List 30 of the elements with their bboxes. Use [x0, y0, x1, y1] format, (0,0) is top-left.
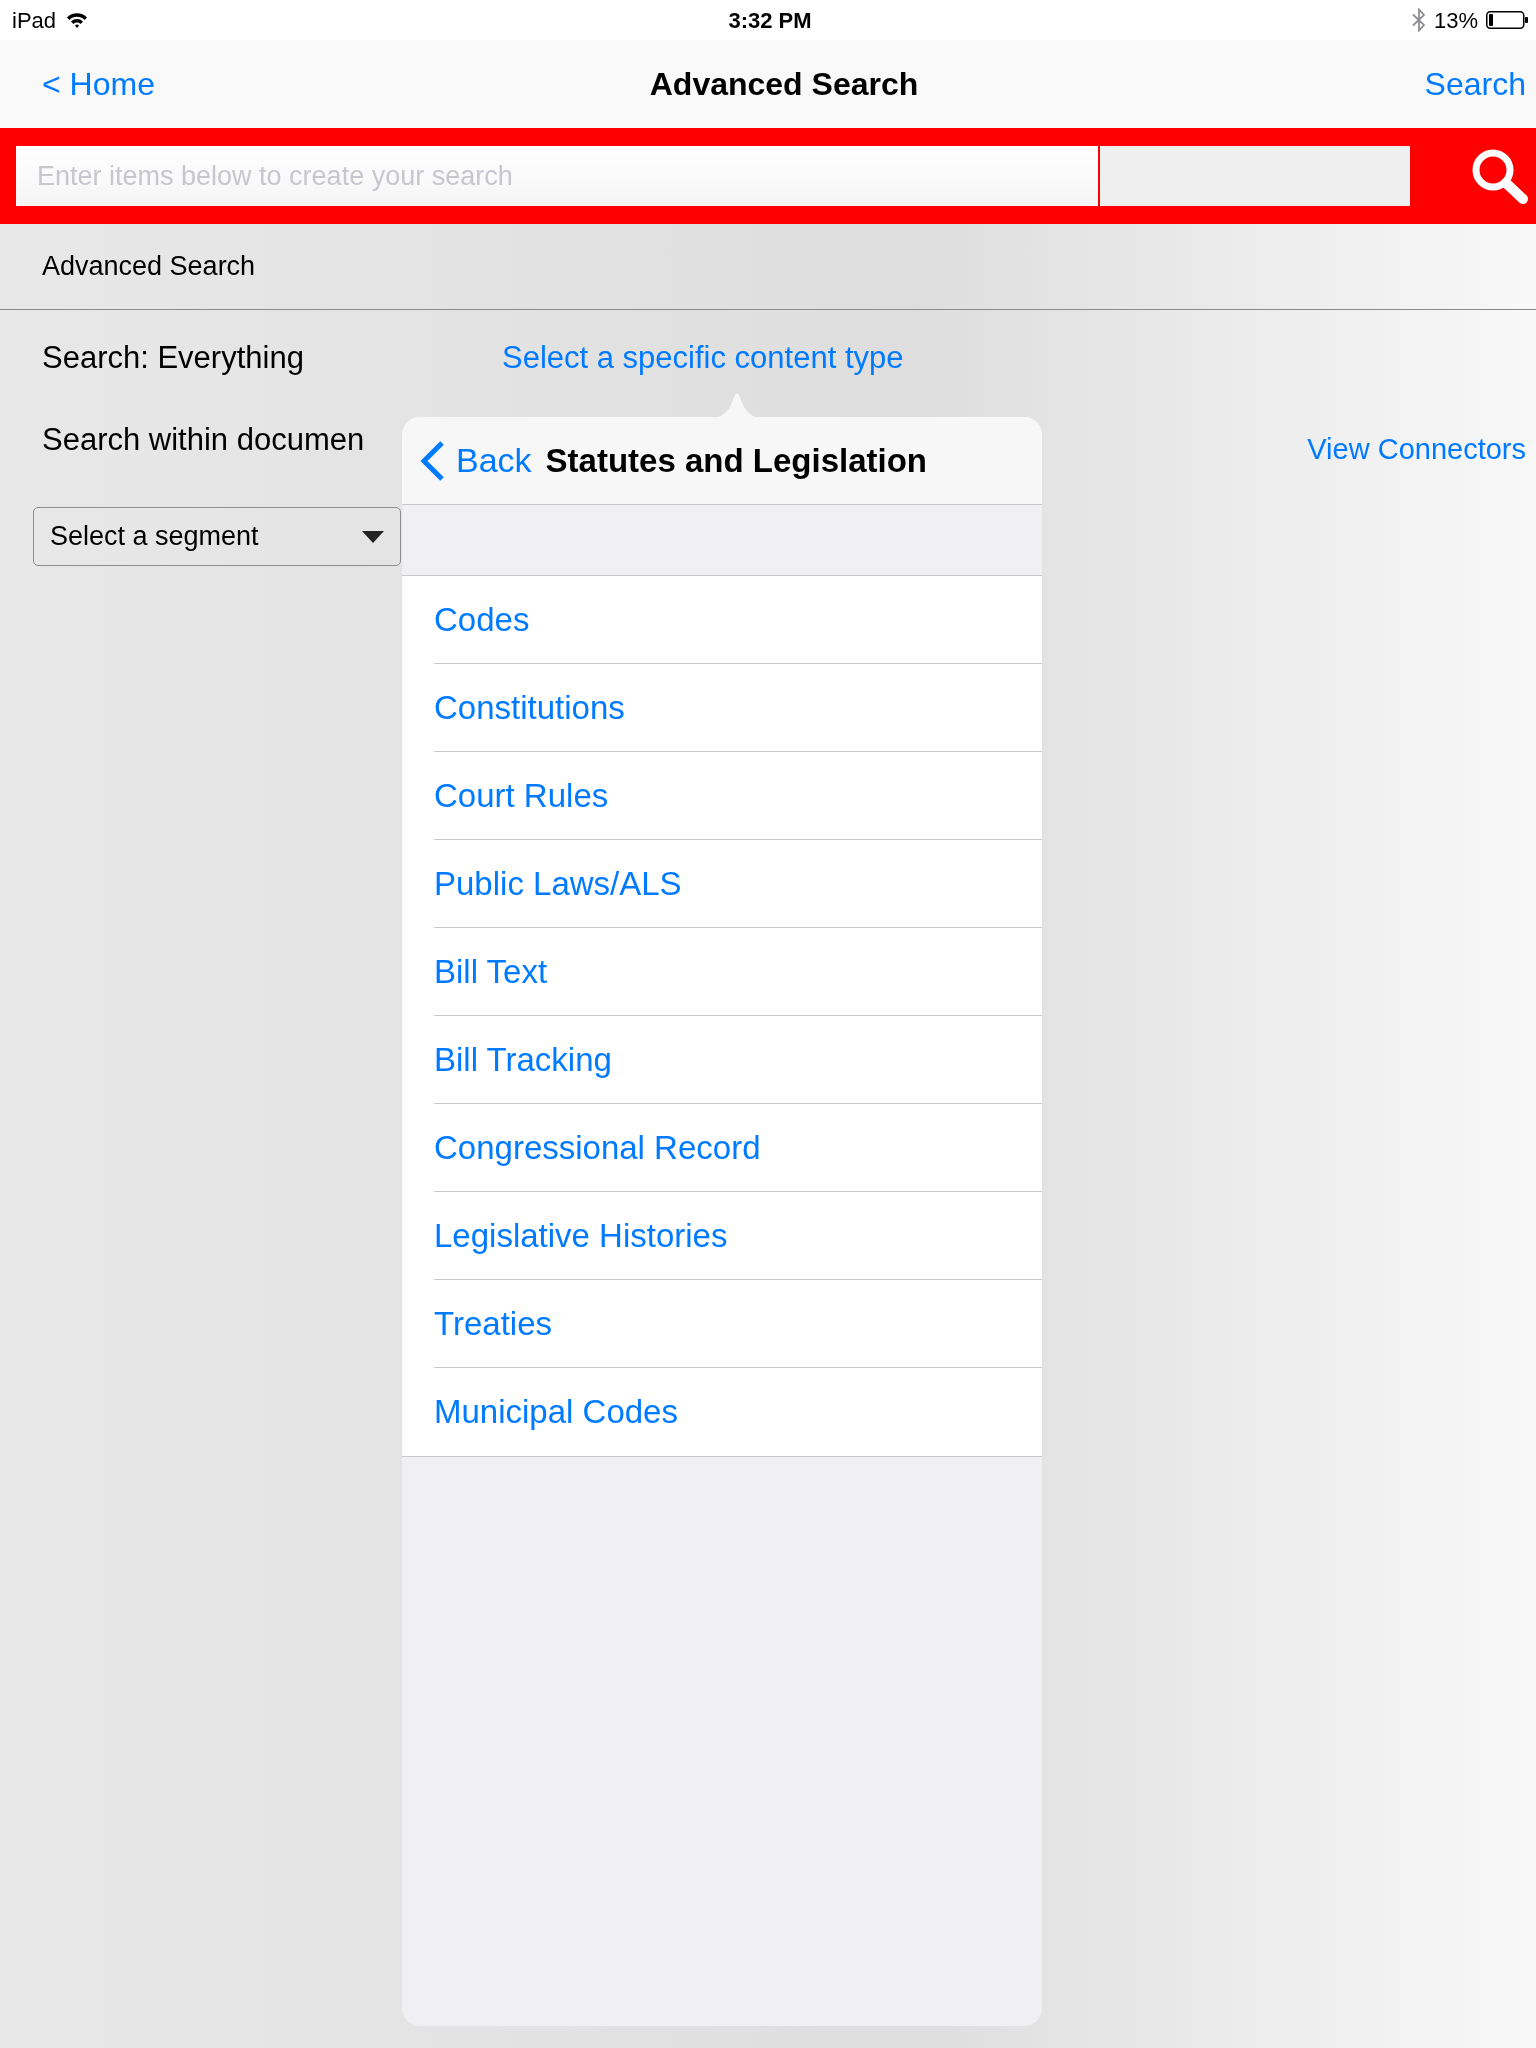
content-type-item[interactable]: Constitutions: [402, 664, 1042, 752]
secondary-field[interactable]: [1100, 146, 1410, 206]
content-type-item[interactable]: Congressional Record: [402, 1104, 1042, 1192]
home-back-button[interactable]: < Home: [42, 60, 155, 108]
back-button[interactable]: Back: [419, 435, 532, 486]
battery-percent: 13%: [1433, 6, 1478, 35]
popover-title: Statutes and Legislation: [545, 440, 927, 481]
status-time: 3:32 PM: [728, 6, 812, 35]
content-type-link[interactable]: Select a specific content type: [502, 334, 904, 382]
segment-dropdown[interactable]: Select a segment: [33, 507, 401, 566]
content-type-item[interactable]: Bill Text: [402, 928, 1042, 1016]
content-type-item[interactable]: Court Rules: [402, 752, 1042, 840]
content-type-item[interactable]: Legislative Histories: [402, 1192, 1042, 1280]
search-scope-label: Search: Everything: [42, 338, 305, 377]
content-type-item[interactable]: Bill Tracking: [402, 1016, 1042, 1104]
content-type-item[interactable]: Public Laws/ALS: [402, 840, 1042, 928]
search-action-button[interactable]: Search: [1424, 60, 1526, 108]
view-connectors-link[interactable]: View Connectors: [1307, 428, 1526, 472]
battery-icon: [1486, 11, 1528, 29]
carrier-label: iPad: [12, 6, 57, 35]
wifi-icon: [66, 12, 89, 28]
bluetooth-icon: [1411, 8, 1426, 32]
search-within-label: Search within documen: [42, 420, 365, 459]
caret-icon: [362, 530, 384, 543]
section-header: Advanced Search: [42, 250, 256, 284]
content-type-item[interactable]: Municipal Codes: [402, 1368, 1042, 1456]
content-type-item[interactable]: Codes: [402, 576, 1042, 664]
page-title: Advanced Search: [649, 65, 919, 104]
chevron-left-icon: [419, 439, 445, 482]
content-type-item[interactable]: Treaties: [402, 1280, 1042, 1368]
